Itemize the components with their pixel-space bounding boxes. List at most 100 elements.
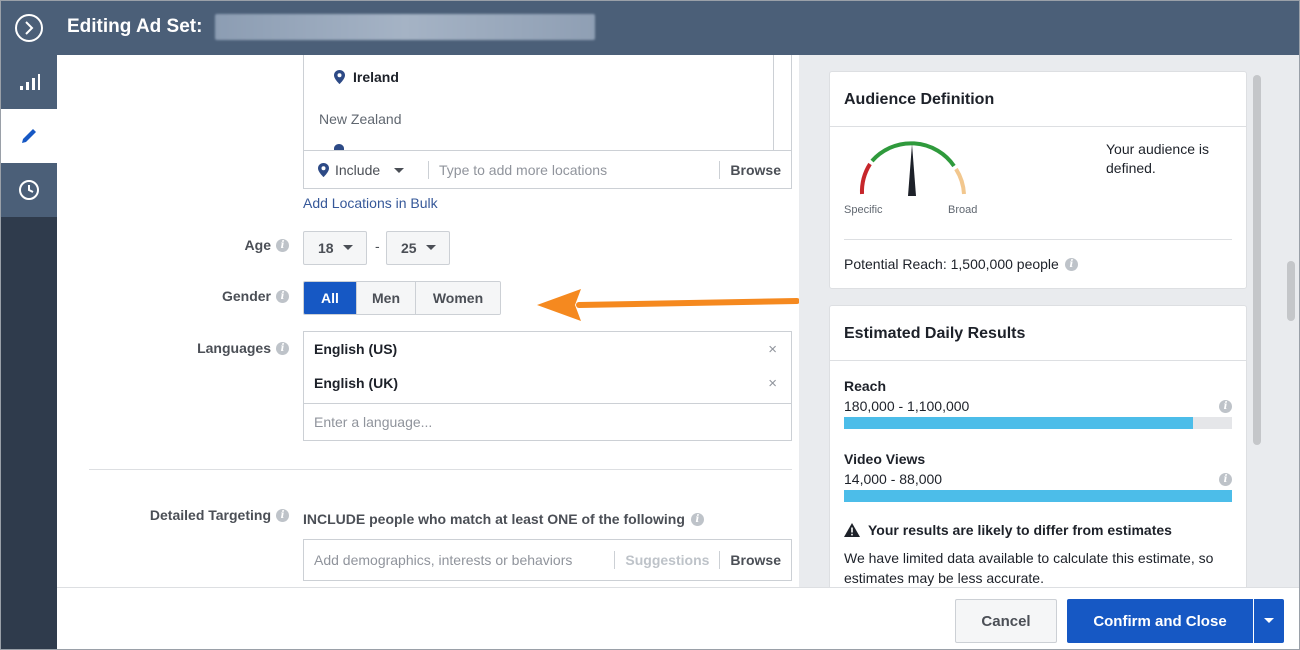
language-tag: English (UK) <box>314 375 398 391</box>
header-bar: Editing Ad Set: <box>1 1 1299 55</box>
cancel-button[interactable]: Cancel <box>955 599 1057 643</box>
location-group-label: New Zealand <box>319 111 402 127</box>
video-views-range: 14,000 - 88,000 <box>844 471 943 487</box>
rail-item-edit[interactable] <box>1 109 57 163</box>
redacted-ad-set-name <box>215 14 595 40</box>
languages-box: English (US) × English (UK) × <box>303 331 792 441</box>
gauge-specific-label: Specific <box>844 204 883 216</box>
locations-list[interactable]: Ireland New Zealand <box>304 55 774 150</box>
remove-language-button[interactable]: × <box>768 375 777 392</box>
gender-women-button[interactable]: Women <box>415 282 500 314</box>
potential-reach-row: Potential Reach: 1,500,000 people i <box>844 256 1078 272</box>
locations-box: Ireland New Zealand Include Browse <box>303 55 792 189</box>
footer-bar: Cancel Confirm and Close <box>57 587 1299 649</box>
gender-all-button[interactable]: All <box>304 282 356 314</box>
estimate-warning-row: Your results are likely to differ from e… <box>844 522 1172 538</box>
include-criteria-label: INCLUDE people who match at least ONE of… <box>303 511 685 527</box>
info-icon[interactable]: i <box>690 512 704 526</box>
location-pin-icon <box>318 162 329 177</box>
card-divider <box>830 360 1246 361</box>
location-search-input[interactable] <box>429 151 720 188</box>
info-icon[interactable]: i <box>276 238 289 252</box>
rail-item-stats[interactable] <box>1 55 57 109</box>
reach-bar <box>844 417 1232 429</box>
warning-body: We have limited data available to calcul… <box>844 550 1214 586</box>
age-max-select[interactable]: 25 <box>386 231 450 265</box>
info-icon[interactable]: i <box>276 508 289 522</box>
scrollbar-thumb[interactable] <box>1253 75 1261 445</box>
info-icon[interactable]: i <box>1219 400 1232 413</box>
locations-browse-button[interactable]: Browse <box>720 151 791 188</box>
audience-summary-panel: Audience Definition Specific Broad Your … <box>799 55 1299 587</box>
include-label: Include <box>335 161 381 178</box>
potential-reach-text: Potential Reach: 1,500,000 people <box>844 256 1059 272</box>
card-divider <box>844 239 1232 240</box>
section-divider <box>89 469 792 470</box>
languages-label-row: Languages i <box>197 340 289 356</box>
scrollbar-thumb[interactable] <box>1287 261 1295 321</box>
include-criteria-text: INCLUDE people who match at least ONE of… <box>303 511 704 527</box>
page-title: Editing Ad Set: <box>67 16 203 37</box>
remove-language-button[interactable]: × <box>768 341 777 358</box>
info-icon[interactable]: i <box>276 289 289 303</box>
confirm-options-dropdown[interactable] <box>1254 599 1284 643</box>
left-rail <box>1 55 57 649</box>
estimated-results-title: Estimated Daily Results <box>844 325 1026 342</box>
ad-set-editor-window: Editing Ad Set: Ireland New Zealand Incl… <box>0 0 1300 650</box>
caret-down-icon <box>425 245 436 250</box>
video-views-bar <box>844 490 1232 502</box>
age-label: Age <box>244 237 271 253</box>
age-separator: - <box>375 238 380 254</box>
gender-label-row: Gender i <box>222 288 289 304</box>
location-pin-icon <box>334 70 345 84</box>
add-locations-bulk-link[interactable]: Add Locations in Bulk <box>303 195 438 211</box>
video-views-label: Video Views <box>844 451 926 467</box>
audience-status-text: Your audience is defined. <box>1106 141 1210 176</box>
reach-label: Reach <box>844 378 887 394</box>
languages-label: Languages <box>197 340 271 356</box>
gender-men-button[interactable]: Men <box>356 282 415 314</box>
location-input-row: Include Browse <box>304 150 791 188</box>
detailed-targeting-input[interactable] <box>304 540 615 580</box>
detailed-targeting-box: Suggestions Browse <box>303 539 792 581</box>
detailed-targeting-label: Detailed Targeting <box>149 507 271 523</box>
audience-definition-card: Audience Definition Specific Broad Your … <box>829 71 1247 289</box>
video-views-bar-fill <box>844 490 1232 502</box>
targeting-form: Ireland New Zealand Include Browse Add L… <box>57 55 799 587</box>
page-scrollbar[interactable] <box>1283 55 1299 587</box>
info-icon[interactable]: i <box>1064 257 1078 271</box>
caret-down-icon <box>1264 618 1274 623</box>
bar-chart-icon <box>20 74 40 90</box>
annotation-arrow-icon <box>537 289 799 321</box>
age-label-row: Age i <box>245 237 289 253</box>
info-icon[interactable]: i <box>276 341 289 355</box>
suggestions-button[interactable]: Suggestions <box>615 552 719 568</box>
rail-item-history[interactable] <box>1 163 57 217</box>
confirm-and-close-button[interactable]: Confirm and Close <box>1067 599 1253 643</box>
panel-scrollbar[interactable] <box>1251 71 1263 587</box>
age-min-select[interactable]: 18 <box>303 231 367 265</box>
card-divider <box>830 126 1246 127</box>
estimated-results-card: Estimated Daily Results Reach 180,000 - … <box>829 305 1247 587</box>
audience-gauge-icon <box>859 141 966 196</box>
warning-title: Your results are likely to differ from e… <box>868 522 1172 538</box>
include-dropdown[interactable]: Include <box>304 151 428 188</box>
reach-bar-fill <box>844 417 1194 429</box>
language-tag: English (US) <box>314 341 398 357</box>
expand-panel-button[interactable] <box>15 14 43 42</box>
language-input[interactable] <box>304 403 791 440</box>
clock-icon <box>19 180 39 200</box>
age-max-value: 25 <box>401 240 417 256</box>
info-icon[interactable]: i <box>1219 473 1232 486</box>
reach-range: 180,000 - 1,100,000 <box>844 398 970 414</box>
location-item: Ireland <box>334 69 399 85</box>
warning-triangle-icon <box>844 523 860 537</box>
audience-definition-title: Audience Definition <box>844 91 995 108</box>
detailed-targeting-browse-button[interactable]: Browse <box>720 540 791 580</box>
pencil-icon <box>22 129 36 143</box>
gender-label: Gender <box>221 288 271 304</box>
age-min-value: 18 <box>318 240 334 256</box>
caret-down-icon <box>342 245 353 250</box>
gauge-broad-label: Broad <box>948 204 978 216</box>
detailed-targeting-label-row: Detailed Targeting i <box>150 507 289 523</box>
